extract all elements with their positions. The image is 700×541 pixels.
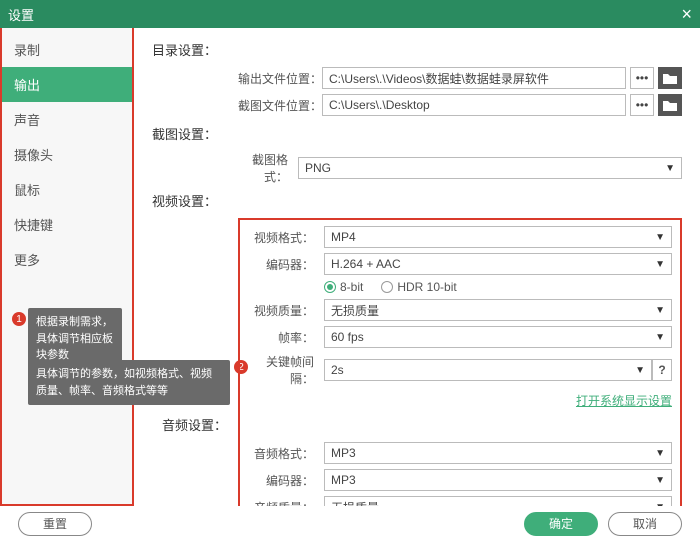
video-fps-select[interactable]: 60 fps▼ bbox=[324, 326, 672, 348]
screenshot-path-label: 截图文件位置： bbox=[238, 97, 322, 114]
section-video: 视频设置： bbox=[152, 191, 682, 210]
video-fps-label: 帧率： bbox=[248, 329, 324, 346]
section-audio: 音频设置： bbox=[162, 415, 672, 434]
keyframe-select[interactable]: 2s▼ bbox=[324, 359, 652, 381]
more-icon[interactable]: ••• bbox=[630, 94, 654, 116]
video-settings-highlight: 视频格式： MP4▼ 编码器： H.264 + AAC▼ 8-bit HDR 1… bbox=[238, 218, 682, 506]
sidebar: 录制 输出 声音 摄像头 鼠标 快捷键 更多 1 根据录制需求，具体调节相应板块… bbox=[0, 28, 134, 506]
video-encoder-label: 编码器： bbox=[248, 256, 324, 273]
window-title: 设置 bbox=[8, 5, 34, 24]
help-icon[interactable]: ? bbox=[652, 359, 672, 381]
sidebar-item-output[interactable]: 输出 bbox=[2, 67, 132, 102]
chevron-down-icon: ▼ bbox=[655, 305, 665, 316]
audio-format-label: 音频格式： bbox=[248, 445, 324, 462]
close-icon[interactable]: × bbox=[681, 4, 692, 25]
shot-format-label: 截图格式： bbox=[238, 151, 298, 185]
radio-8bit[interactable]: 8-bit bbox=[324, 280, 363, 294]
footer: 重置 确定 取消 bbox=[0, 506, 700, 541]
chevron-down-icon: ▼ bbox=[655, 259, 665, 270]
keyframe-label: 关键帧间隔： bbox=[248, 353, 324, 387]
audio-format-select[interactable]: MP3▼ bbox=[324, 442, 672, 464]
sidebar-item-audio[interactable]: 声音 bbox=[2, 102, 132, 137]
chevron-down-icon: ▼ bbox=[655, 475, 665, 486]
chevron-down-icon: ▼ bbox=[655, 332, 665, 343]
cancel-button[interactable]: 取消 bbox=[608, 512, 682, 536]
sidebar-item-mouse[interactable]: 鼠标 bbox=[2, 172, 132, 207]
display-settings-link[interactable]: 打开系统显示设置 bbox=[248, 392, 672, 409]
video-format-label: 视频格式： bbox=[248, 229, 324, 246]
chevron-down-icon: ▼ bbox=[635, 365, 645, 376]
video-quality-select[interactable]: 无损质量▼ bbox=[324, 299, 672, 321]
reset-button[interactable]: 重置 bbox=[18, 512, 92, 536]
callout-badge-1: 1 bbox=[12, 312, 26, 326]
ok-button[interactable]: 确定 bbox=[524, 512, 598, 536]
output-path-label: 输出文件位置： bbox=[238, 70, 322, 87]
more-icon[interactable]: ••• bbox=[630, 67, 654, 89]
output-path-input[interactable]: C:\Users\.\Videos\数据蛙\数据蛙录屏软件 bbox=[322, 67, 626, 89]
section-dir: 目录设置： bbox=[152, 40, 682, 59]
audio-encoder-select[interactable]: MP3▼ bbox=[324, 469, 672, 491]
chevron-down-icon: ▼ bbox=[655, 232, 665, 243]
section-shot: 截图设置： bbox=[152, 124, 682, 143]
folder-icon[interactable] bbox=[658, 67, 682, 89]
folder-icon[interactable] bbox=[658, 94, 682, 116]
chevron-down-icon: ▼ bbox=[655, 448, 665, 459]
chevron-down-icon: ▼ bbox=[665, 163, 675, 174]
video-format-select[interactable]: MP4▼ bbox=[324, 226, 672, 248]
radio-hdr10[interactable]: HDR 10-bit bbox=[381, 280, 456, 294]
video-encoder-select[interactable]: H.264 + AAC▼ bbox=[324, 253, 672, 275]
sidebar-item-camera[interactable]: 摄像头 bbox=[2, 137, 132, 172]
chevron-down-icon: ▼ bbox=[655, 502, 665, 507]
audio-quality-select[interactable]: 无损质量▼ bbox=[324, 496, 672, 506]
video-quality-label: 视频质量： bbox=[248, 302, 324, 319]
audio-quality-label: 音频质量： bbox=[248, 499, 324, 507]
shot-format-select[interactable]: PNG▼ bbox=[298, 157, 682, 179]
sidebar-item-hotkey[interactable]: 快捷键 bbox=[2, 207, 132, 242]
sidebar-item-record[interactable]: 录制 bbox=[2, 32, 132, 67]
titlebar: 设置 × bbox=[0, 0, 700, 28]
audio-encoder-label: 编码器： bbox=[248, 472, 324, 489]
sidebar-item-more[interactable]: 更多 bbox=[2, 242, 132, 277]
screenshot-path-input[interactable]: C:\Users\.\Desktop bbox=[322, 94, 626, 116]
main-panel: 目录设置： 输出文件位置： C:\Users\.\Videos\数据蛙\数据蛙录… bbox=[134, 28, 700, 506]
